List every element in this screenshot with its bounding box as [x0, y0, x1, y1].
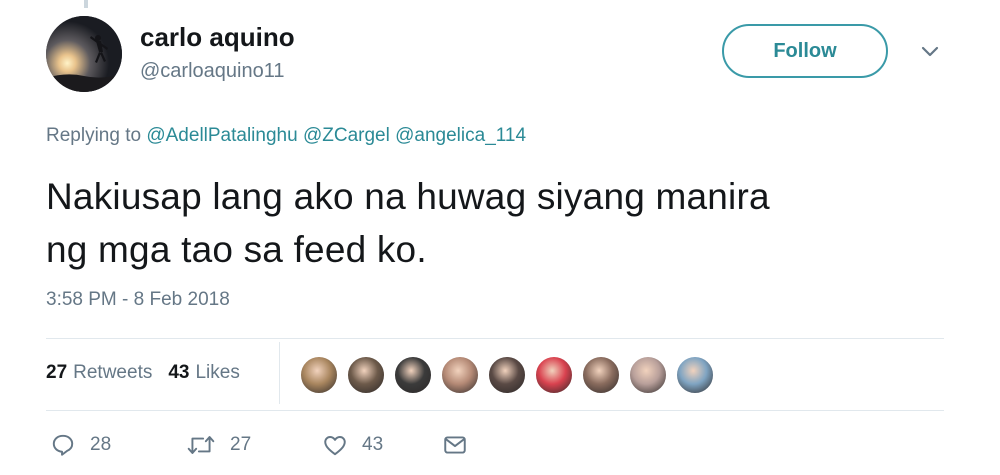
retweet-button[interactable]: 27: [186, 432, 322, 458]
stats-bottom-divider: [46, 410, 944, 411]
direct-message-button[interactable]: [442, 432, 468, 458]
liker-avatar-1[interactable]: [299, 355, 339, 395]
author-avatar[interactable]: [46, 16, 122, 92]
liker-avatar-2[interactable]: [346, 355, 386, 395]
like-count: 43: [362, 434, 384, 455]
liker-avatar-5[interactable]: [487, 355, 527, 395]
retweets-label: Retweets: [73, 362, 153, 383]
reply-mention-1[interactable]: @AdellPatalinghu: [146, 125, 297, 146]
liker-avatars: [299, 355, 722, 395]
envelope-icon: [444, 436, 466, 454]
retweet-icon: [187, 436, 215, 455]
avatar-silhouette-image: [46, 16, 122, 92]
tweet-actions: 28 27 43: [50, 432, 468, 458]
heart-icon: [324, 436, 346, 456]
reply-context-prefix: Replying to: [46, 125, 142, 146]
liker-avatar-8[interactable]: [628, 355, 668, 395]
tweet-text-line-2: ng mga tao sa feed ko.: [46, 229, 427, 270]
like-button[interactable]: 43: [322, 432, 442, 458]
reply-mention-3[interactable]: @angelica_114: [395, 125, 526, 146]
retweets-stat[interactable]: 27 Retweets: [46, 362, 152, 384]
liker-avatar-4[interactable]: [440, 355, 480, 395]
follow-button[interactable]: Follow: [722, 24, 888, 78]
liker-avatar-9[interactable]: [675, 355, 715, 395]
stats-top-divider: [46, 338, 944, 339]
likes-count: 43: [168, 362, 190, 383]
tweet-text: Nakiusap lang ako na huwag siyang manira…: [46, 170, 946, 276]
reply-context: Replying to @AdellPatalinghu @ZCargel @a…: [46, 125, 526, 147]
retweet-count: 27: [230, 434, 252, 455]
retweets-count: 27: [46, 362, 68, 383]
likes-stat[interactable]: 43 Likes: [168, 362, 240, 384]
reply-button[interactable]: 28: [50, 432, 186, 458]
reply-icon: [52, 434, 74, 456]
author-display-name[interactable]: carlo aquino: [140, 22, 295, 53]
tweet-text-line-1: Nakiusap lang ako na huwag siyang manira: [46, 176, 770, 217]
chevron-down-icon[interactable]: [918, 40, 942, 64]
liker-avatar-6[interactable]: [534, 355, 574, 395]
stats-separator: [279, 342, 280, 404]
reply-mention-2[interactable]: @ZCargel: [303, 125, 390, 146]
liker-avatar-7[interactable]: [581, 355, 621, 395]
reply-count: 28: [90, 434, 112, 455]
tweet-timestamp[interactable]: 3:58 PM - 8 Feb 2018: [46, 289, 230, 311]
author-handle[interactable]: @carloaquino11: [140, 60, 284, 83]
tweet-stats: 27 Retweets 43 Likes: [46, 362, 240, 384]
likes-label: Likes: [195, 362, 240, 383]
liker-avatar-3[interactable]: [393, 355, 433, 395]
thread-connector-line: [84, 0, 88, 8]
